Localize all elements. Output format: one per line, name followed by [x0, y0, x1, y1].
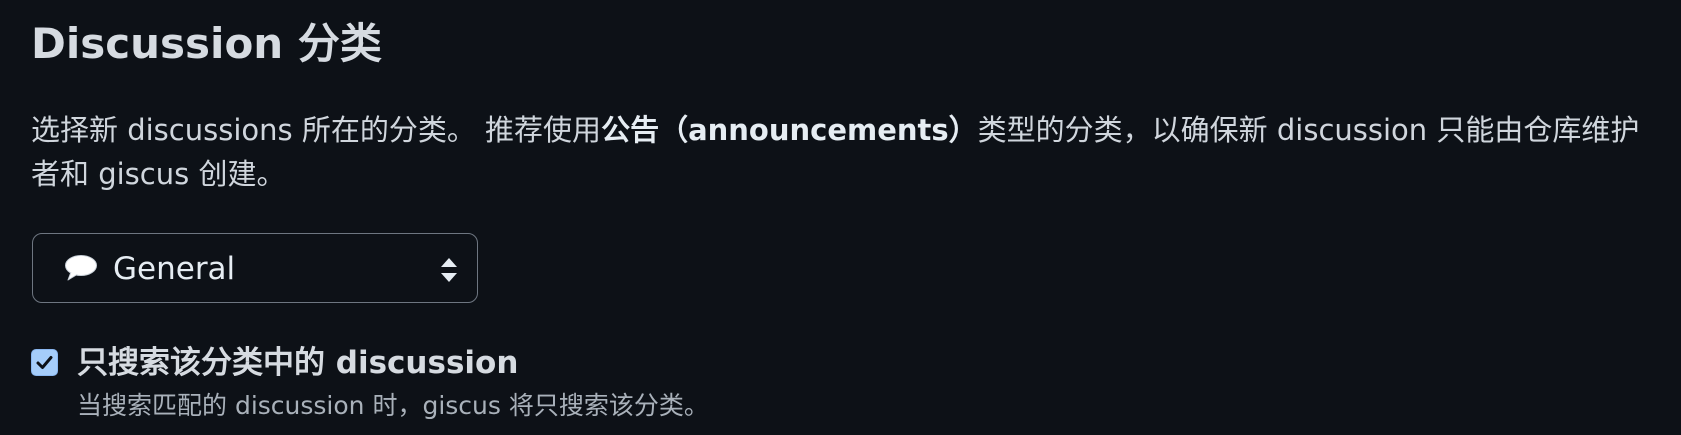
checkmark-icon	[36, 356, 53, 369]
category-select-value: General	[113, 251, 236, 287]
select-updown-icon	[439, 257, 459, 283]
strict-category-checkbox[interactable]	[31, 349, 58, 376]
discussion-category-section: Discussion 分类 选择新 discussions 所在的分类。 推荐使…	[0, 0, 1681, 435]
strict-category-hint: 当搜索匹配的 discussion 时，giscus 将只搜索该分类。	[77, 391, 709, 420]
strict-category-label[interactable]: 只搜索该分类中的 discussion	[77, 343, 518, 383]
speech-bubble-icon	[63, 253, 99, 283]
description-emphasis: 公告（announcements）	[601, 113, 978, 147]
description-text-start: 选择新 discussions 所在的分类。 推荐使用	[31, 113, 602, 147]
section-description: 选择新 discussions 所在的分类。 推荐使用公告（announceme…	[31, 108, 1651, 196]
section-title: Discussion 分类	[31, 19, 382, 68]
strict-category-option: 只搜索该分类中的 discussion 当搜索匹配的 discussion 时，…	[31, 343, 1631, 423]
category-select[interactable]: General	[32, 233, 478, 303]
